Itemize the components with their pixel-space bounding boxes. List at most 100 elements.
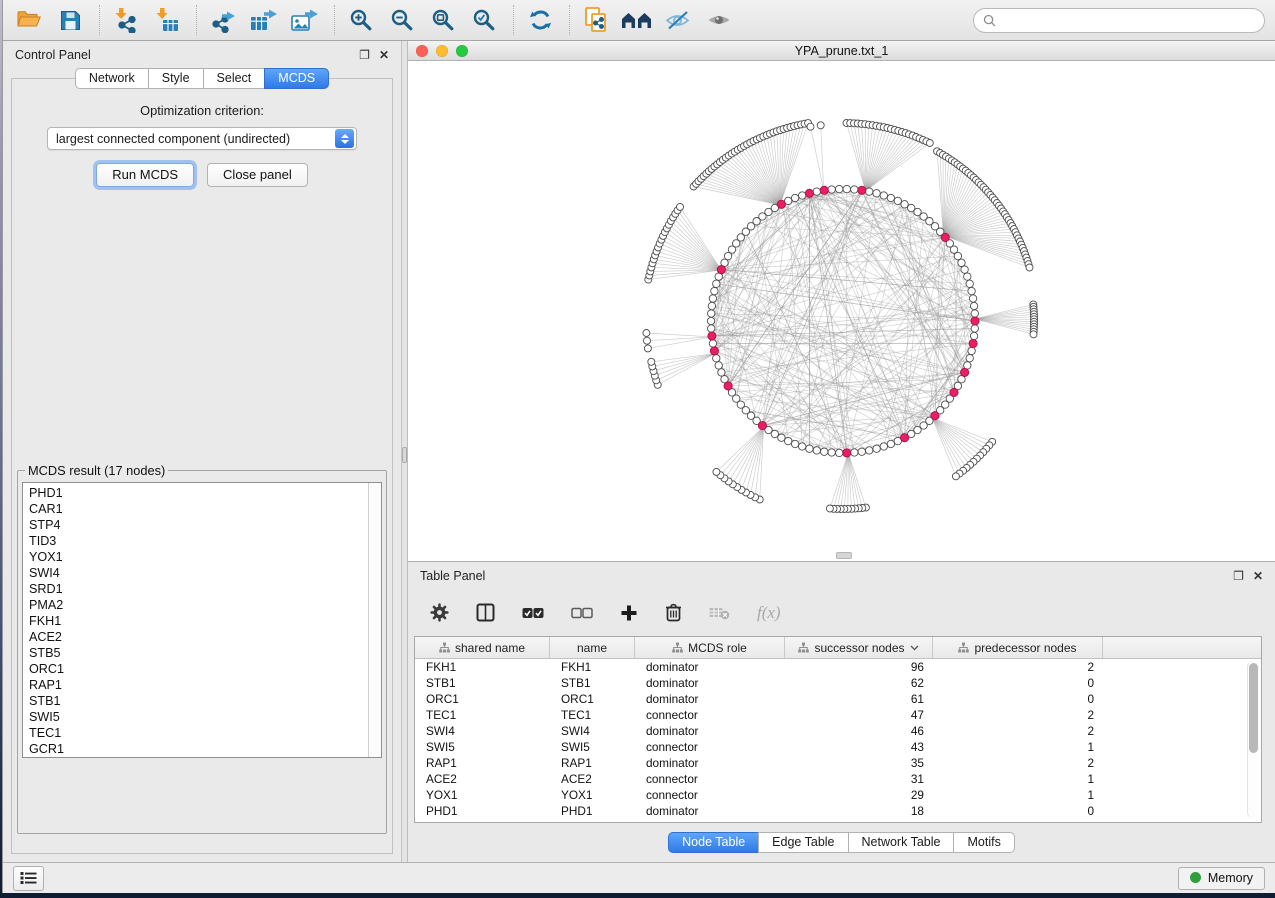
column-header-shared-name[interactable]: shared name [415, 637, 550, 658]
save-session-button[interactable] [54, 4, 86, 36]
mcds-result-item[interactable]: STB1 [29, 693, 381, 709]
dropdown-stepper-icon [335, 129, 354, 148]
mcds-result-item[interactable]: PHD1 [29, 485, 381, 501]
table-row[interactable]: RAP1RAP1dominator352 [415, 755, 1261, 771]
mcds-result-item[interactable]: FKH1 [29, 613, 381, 629]
tab-edge-table[interactable]: Edge Table [758, 832, 848, 853]
table-cell: 62 [785, 675, 933, 691]
tab-mcds[interactable]: MCDS [264, 68, 329, 89]
close-panel-icon[interactable]: ✕ [379, 48, 389, 62]
table-row[interactable]: ORC1ORC1dominator610 [415, 691, 1261, 707]
table-scrollbar[interactable] [1247, 661, 1259, 818]
table-row[interactable]: STB1STB1dominator620 [415, 675, 1261, 691]
select-all-button[interactable] [522, 607, 544, 619]
export-image-button[interactable] [289, 4, 321, 36]
table-row[interactable]: ACE2ACE2connector311 [415, 771, 1261, 787]
table-cell: 2 [933, 707, 1103, 723]
mcds-result-item[interactable]: TID3 [29, 533, 381, 549]
optimization-criterion-select[interactable]: largest connected component (undirected) [47, 127, 357, 150]
import-network-button[interactable] [110, 4, 142, 36]
table-header-row: shared namenameMCDS rolesuccessor nodesp… [415, 637, 1261, 659]
tab-select[interactable]: Select [203, 68, 266, 89]
table-row[interactable]: TEC1TEC1connector472 [415, 707, 1261, 723]
first-neighbors-button[interactable] [621, 4, 653, 36]
tab-style[interactable]: Style [148, 68, 204, 89]
table-row[interactable]: SWI4SWI4dominator462 [415, 723, 1261, 739]
export-network-button[interactable] [207, 4, 239, 36]
scrollbar-thumb[interactable] [1249, 663, 1258, 753]
mcds-result-item[interactable]: PMA2 [29, 597, 381, 613]
show-all-button[interactable] [703, 4, 735, 36]
float-panel-icon[interactable]: ❐ [1233, 569, 1244, 583]
column-header-MCDS-role[interactable]: MCDS role [635, 637, 785, 658]
split-view-button[interactable] [476, 603, 495, 622]
table-cell: ORC1 [550, 691, 635, 707]
mcds-result-item[interactable]: STP4 [29, 517, 381, 533]
import-table-button[interactable] [151, 4, 183, 36]
search-input[interactable] [1002, 13, 1255, 27]
panel-splitter[interactable] [401, 41, 408, 862]
zoom-selected-button[interactable] [468, 4, 500, 36]
mcds-result-list[interactable]: PHD1CAR1STP4TID3YOX1SWI4SRD1PMA2FKH1ACE2… [22, 482, 382, 758]
tab-network-table[interactable]: Network Table [848, 832, 955, 853]
zoom-in-button[interactable] [345, 4, 377, 36]
column-header-successor-nodes[interactable]: successor nodes [785, 637, 933, 658]
import-network-icon [113, 7, 139, 33]
mcds-result-item[interactable]: SWI4 [29, 565, 381, 581]
mcds-list-scrollbar[interactable] [368, 483, 381, 757]
splitter-handle[interactable] [402, 447, 407, 463]
mcds-result-item[interactable]: YOX1 [29, 549, 381, 565]
open-file-button[interactable] [13, 4, 45, 36]
table-row[interactable]: YOX1YOX1connector291 [415, 787, 1261, 803]
function-builder-button[interactable]: f(x) [757, 603, 781, 623]
table-settings-button[interactable] [430, 603, 449, 622]
table-cell: PHD1 [415, 803, 550, 819]
tab-motifs[interactable]: Motifs [953, 832, 1014, 853]
run-mcds-button[interactable]: Run MCDS [96, 163, 194, 187]
tab-network[interactable]: Network [75, 68, 149, 89]
column-header-predecessor-nodes[interactable]: predecessor nodes [933, 637, 1103, 658]
column-type-icon [672, 642, 683, 653]
table-row[interactable]: PHD1PHD1dominator180 [415, 803, 1261, 819]
apply-layout-button[interactable] [524, 4, 556, 36]
table-cell: 61 [785, 691, 933, 707]
close-panel-button[interactable]: Close panel [207, 163, 308, 187]
horizontal-splitter-handle[interactable] [836, 552, 852, 559]
table-cell: 96 [785, 659, 933, 675]
mcds-result-item[interactable]: ACE2 [29, 629, 381, 645]
mcds-result-item[interactable]: SRD1 [29, 581, 381, 597]
mcds-result-item[interactable]: ORC1 [29, 661, 381, 677]
mcds-result-item[interactable]: GCR1 [29, 741, 381, 757]
network-graph[interactable] [408, 61, 1274, 561]
export-table-button[interactable] [248, 4, 280, 36]
mcds-result-item[interactable]: STB5 [29, 645, 381, 661]
close-panel-icon[interactable]: ✕ [1253, 569, 1263, 583]
hide-selected-button[interactable] [662, 4, 694, 36]
mcds-result-item[interactable]: SWI5 [29, 709, 381, 725]
delete-columns-button[interactable] [665, 603, 682, 622]
search-field[interactable] [973, 8, 1265, 33]
table-cell: 47 [785, 707, 933, 723]
memory-button[interactable]: Memory [1178, 867, 1265, 890]
table-row[interactable]: FKH1FKH1dominator962 [415, 659, 1261, 675]
table-cell: SWI4 [415, 723, 550, 739]
network-canvas[interactable] [408, 61, 1275, 561]
zoom-fit-button[interactable] [427, 4, 459, 36]
float-panel-icon[interactable]: ❐ [359, 48, 370, 62]
mcds-result-item[interactable]: RAP1 [29, 677, 381, 693]
delete-rows-button[interactable] [709, 606, 730, 620]
node-table: shared namenameMCDS rolesuccessor nodesp… [414, 636, 1262, 823]
add-column-button[interactable] [620, 604, 638, 622]
table-row[interactable]: SWI5SWI5connector431 [415, 739, 1261, 755]
mcds-result-item[interactable]: CAR1 [29, 501, 381, 517]
panel-list-icon [20, 871, 37, 885]
new-network-from-selection-button[interactable] [580, 4, 612, 36]
table-cell: TEC1 [550, 707, 635, 723]
column-header-name[interactable]: name [550, 637, 635, 658]
mcds-result-item[interactable]: TEC1 [29, 725, 381, 741]
show-panels-button[interactable] [13, 866, 44, 891]
table-cell: RAP1 [415, 755, 550, 771]
tab-node-table[interactable]: Node Table [668, 832, 759, 853]
zoom-out-button[interactable] [386, 4, 418, 36]
deselect-all-button[interactable] [571, 607, 593, 619]
